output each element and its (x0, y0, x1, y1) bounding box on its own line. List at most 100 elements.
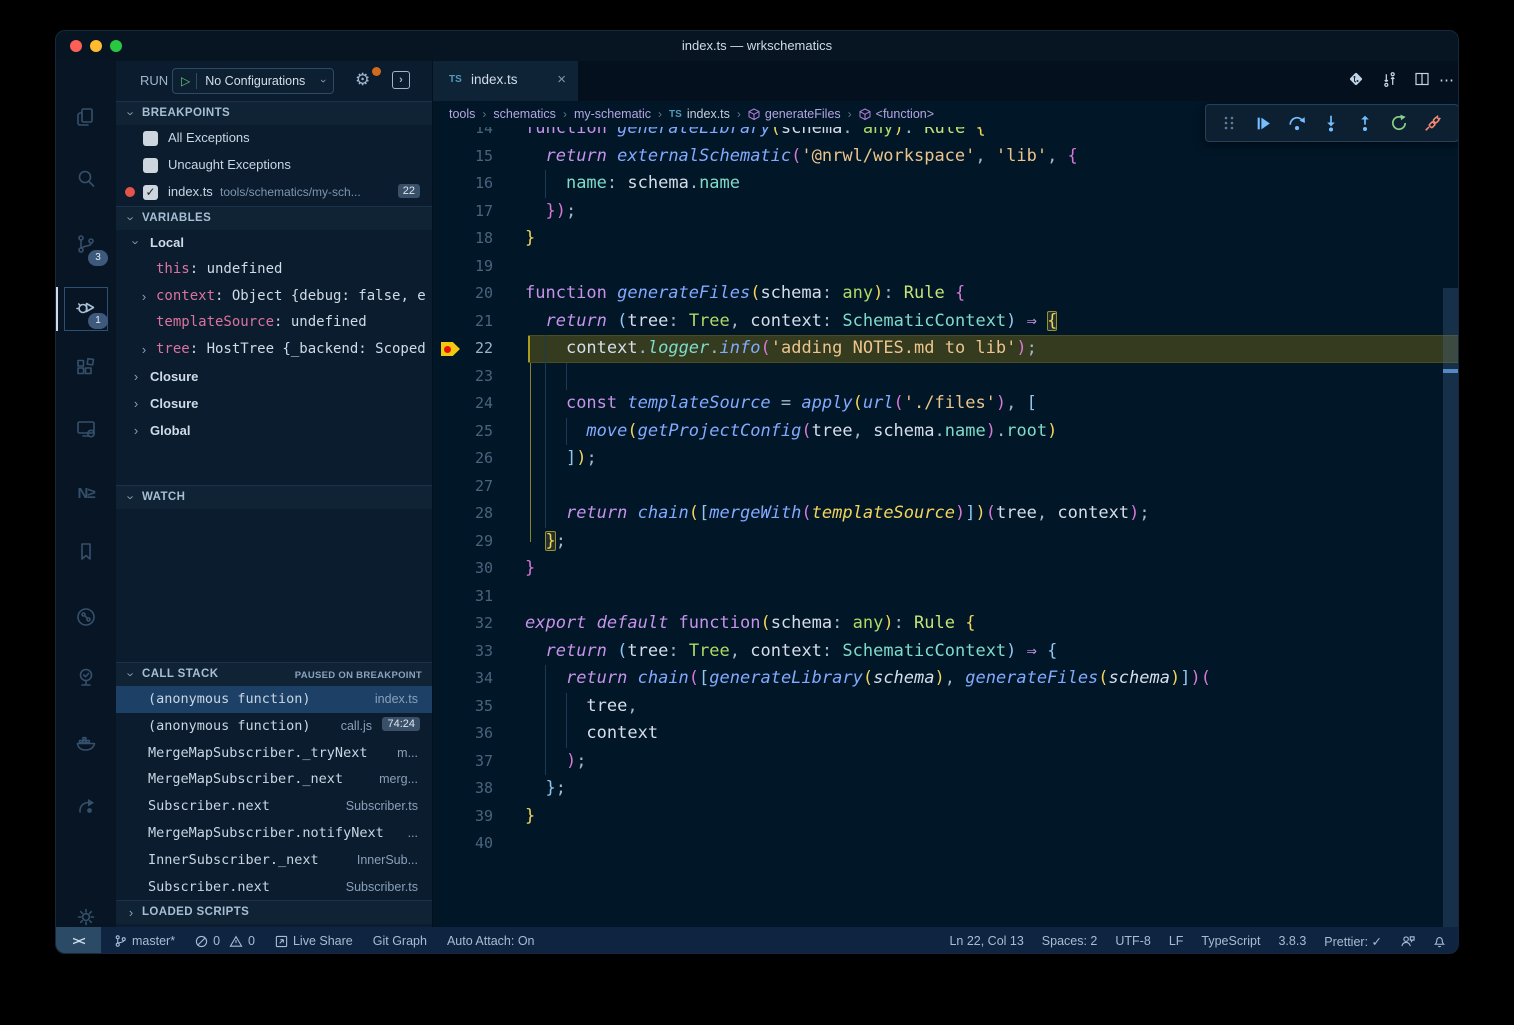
sidebar-item-search[interactable] (56, 159, 116, 203)
code-line[interactable]: 38 }; (433, 775, 1459, 803)
code-line[interactable]: 24 const templateSource = apply(url('./f… (433, 390, 1459, 418)
language-mode[interactable]: TypeScript (1201, 934, 1260, 948)
prettier-status[interactable]: Prettier: ✓ (1324, 934, 1382, 949)
sidebar-item-test-tree[interactable] (56, 657, 116, 701)
sidebar-item-remote-explorer[interactable] (56, 409, 116, 453)
stack-frame-row[interactable]: InnerSubscriber._nextInnerSub... (116, 847, 432, 874)
watch-header[interactable]: › WATCH (116, 485, 432, 509)
scope-row[interactable]: ›Global (116, 418, 432, 445)
code-line[interactable]: 32export default function(schema: any): … (433, 610, 1459, 638)
call-stack-header[interactable]: › CALL STACK PAUSED ON BREAKPOINT (116, 662, 432, 686)
stack-frame-row[interactable]: (anonymous function)index.ts (116, 686, 432, 713)
problems-indicator[interactable]: 0 0 (195, 934, 255, 948)
sidebar-item-share[interactable] (56, 786, 116, 830)
stack-frame-row[interactable]: Subscriber.nextSubscriber.ts (116, 793, 432, 820)
code-line[interactable]: 28 return chain([mergeWith(templateSourc… (433, 500, 1459, 528)
line-number[interactable]: 40 (443, 830, 493, 858)
auto-attach-toggle[interactable]: Auto Attach: On (447, 934, 535, 948)
code-line[interactable]: 31 (433, 583, 1459, 611)
stack-frame-row[interactable]: MergeMapSubscriber.notifyNext... (116, 820, 432, 847)
code-line[interactable]: 30} (433, 555, 1459, 583)
code-line[interactable]: 21 return (tree: Tree, context: Schemati… (433, 308, 1459, 336)
more-actions-icon[interactable]: ⋯ (1439, 71, 1454, 89)
code-line[interactable]: 34 return chain([generateLibrary(schema)… (433, 665, 1459, 693)
split-editor-icon[interactable] (1414, 71, 1430, 91)
code-line[interactable]: 18} (433, 225, 1459, 253)
remote-indicator[interactable]: >< (56, 927, 101, 954)
line-number[interactable]: 28 (443, 500, 493, 528)
step-into-button[interactable] (1314, 108, 1348, 138)
stack-frame-row[interactable]: Subscriber.nextSubscriber.ts (116, 874, 432, 901)
git-graph-button[interactable]: Git Graph (373, 934, 427, 948)
indentation-setting[interactable]: Spaces: 2 (1042, 934, 1098, 948)
sidebar-item-source-control[interactable]: 3 (56, 224, 116, 268)
loaded-scripts-header[interactable]: › LOADED SCRIPTS (116, 900, 432, 924)
code-editor[interactable]: 14function generateLibrary(schema: any):… (433, 101, 1459, 927)
code-line[interactable]: 16 name: schema.name (433, 170, 1459, 198)
breadcrumb-item[interactable]: index.ts (687, 107, 730, 121)
continue-button[interactable] (1246, 108, 1280, 138)
line-number[interactable]: 33 (443, 638, 493, 666)
breadcrumb-item[interactable]: tools (449, 107, 475, 121)
code-line[interactable]: 40 (433, 830, 1459, 858)
breakpoint-checkbox[interactable]: ✓ (143, 185, 158, 200)
breakpoint-row[interactable]: All Exceptions (116, 125, 432, 152)
line-number[interactable]: 18 (443, 225, 493, 253)
disconnect-button[interactable] (1416, 108, 1450, 138)
code-line[interactable]: 22 context.logger.info('adding NOTES.md … (433, 335, 1459, 363)
line-number[interactable]: 15 (443, 143, 493, 171)
variable-row[interactable]: this: undefined (116, 257, 432, 284)
sidebar-item-docker[interactable] (56, 722, 116, 766)
cursor-position[interactable]: Ln 22, Col 13 (949, 934, 1023, 948)
breadcrumb-item[interactable]: <function> (876, 107, 934, 121)
line-number[interactable]: 16 (443, 170, 493, 198)
stack-frame-row[interactable]: (anonymous function)call.js74:24 (116, 713, 432, 740)
line-number[interactable]: 29 (443, 528, 493, 556)
eol-setting[interactable]: LF (1169, 934, 1184, 948)
stack-frame-row[interactable]: MergeMapSubscriber._nextmerg... (116, 766, 432, 793)
code-line[interactable]: 20function generateFiles(schema: any): R… (433, 280, 1459, 308)
live-share-button[interactable]: Live Share (275, 934, 353, 948)
code-line[interactable]: 29 }; (433, 528, 1459, 556)
sidebar-item-run-debug[interactable]: 1 (56, 287, 116, 331)
line-number[interactable]: 17 (443, 198, 493, 226)
line-number[interactable]: 19 (443, 253, 493, 281)
close-tab-icon[interactable]: × (557, 71, 566, 88)
line-number[interactable]: 34 (443, 665, 493, 693)
branch-indicator[interactable]: master* (114, 934, 175, 948)
typescript-version[interactable]: 3.8.3 (1278, 934, 1306, 948)
line-number[interactable]: 37 (443, 748, 493, 776)
toolbar-drag-grip[interactable] (1212, 108, 1246, 138)
debug-settings-gear-icon[interactable]: ⚙ (355, 70, 370, 90)
variable-row[interactable]: ›tree: HostTree {_backend: ScopedH… (116, 337, 432, 364)
line-number[interactable]: 25 (443, 418, 493, 446)
breadcrumb-item[interactable]: my-schematic (574, 107, 651, 121)
variable-row[interactable]: templateSource: undefined (116, 310, 432, 337)
encoding-setting[interactable]: UTF-8 (1115, 934, 1150, 948)
code-line[interactable]: 25 move(getProjectConfig(tree, schema.na… (433, 418, 1459, 446)
launch-config-dropdown[interactable]: ▷ No Configurations › (172, 68, 334, 94)
code-line[interactable]: 17 }); (433, 198, 1459, 226)
line-number[interactable]: 27 (443, 473, 493, 501)
feedback-button[interactable] (1400, 934, 1415, 948)
code-line[interactable]: 15 return externalSchematic('@nrwl/works… (433, 143, 1459, 171)
gitlens-compare-icon[interactable] (1348, 71, 1364, 91)
variable-row[interactable]: ›context: Object {debug: false, en… (116, 284, 432, 311)
breadcrumb-item[interactable]: schematics (493, 107, 556, 121)
sidebar-item-git-history[interactable] (56, 597, 116, 641)
line-number[interactable]: 32 (443, 610, 493, 638)
line-number[interactable]: 24 (443, 390, 493, 418)
tab-index-ts[interactable]: TS index.ts × (433, 61, 578, 101)
code-line[interactable]: 23 (433, 363, 1459, 391)
sidebar-item-bookmarks[interactable] (56, 532, 116, 576)
editor-scrollbar[interactable] (1443, 288, 1459, 927)
code-line[interactable]: 26 ]); (433, 445, 1459, 473)
code-line[interactable]: 36 context (433, 720, 1459, 748)
line-number[interactable]: 36 (443, 720, 493, 748)
start-debug-icon[interactable]: ▷ (181, 74, 190, 88)
code-line[interactable]: 35 tree, (433, 693, 1459, 721)
debug-console-button[interactable]: › (392, 71, 410, 89)
breakpoint-row[interactable]: Uncaught Exceptions (116, 152, 432, 179)
stack-frame-row[interactable]: MergeMapSubscriber._tryNextm... (116, 740, 432, 767)
line-number[interactable]: 30 (443, 555, 493, 583)
